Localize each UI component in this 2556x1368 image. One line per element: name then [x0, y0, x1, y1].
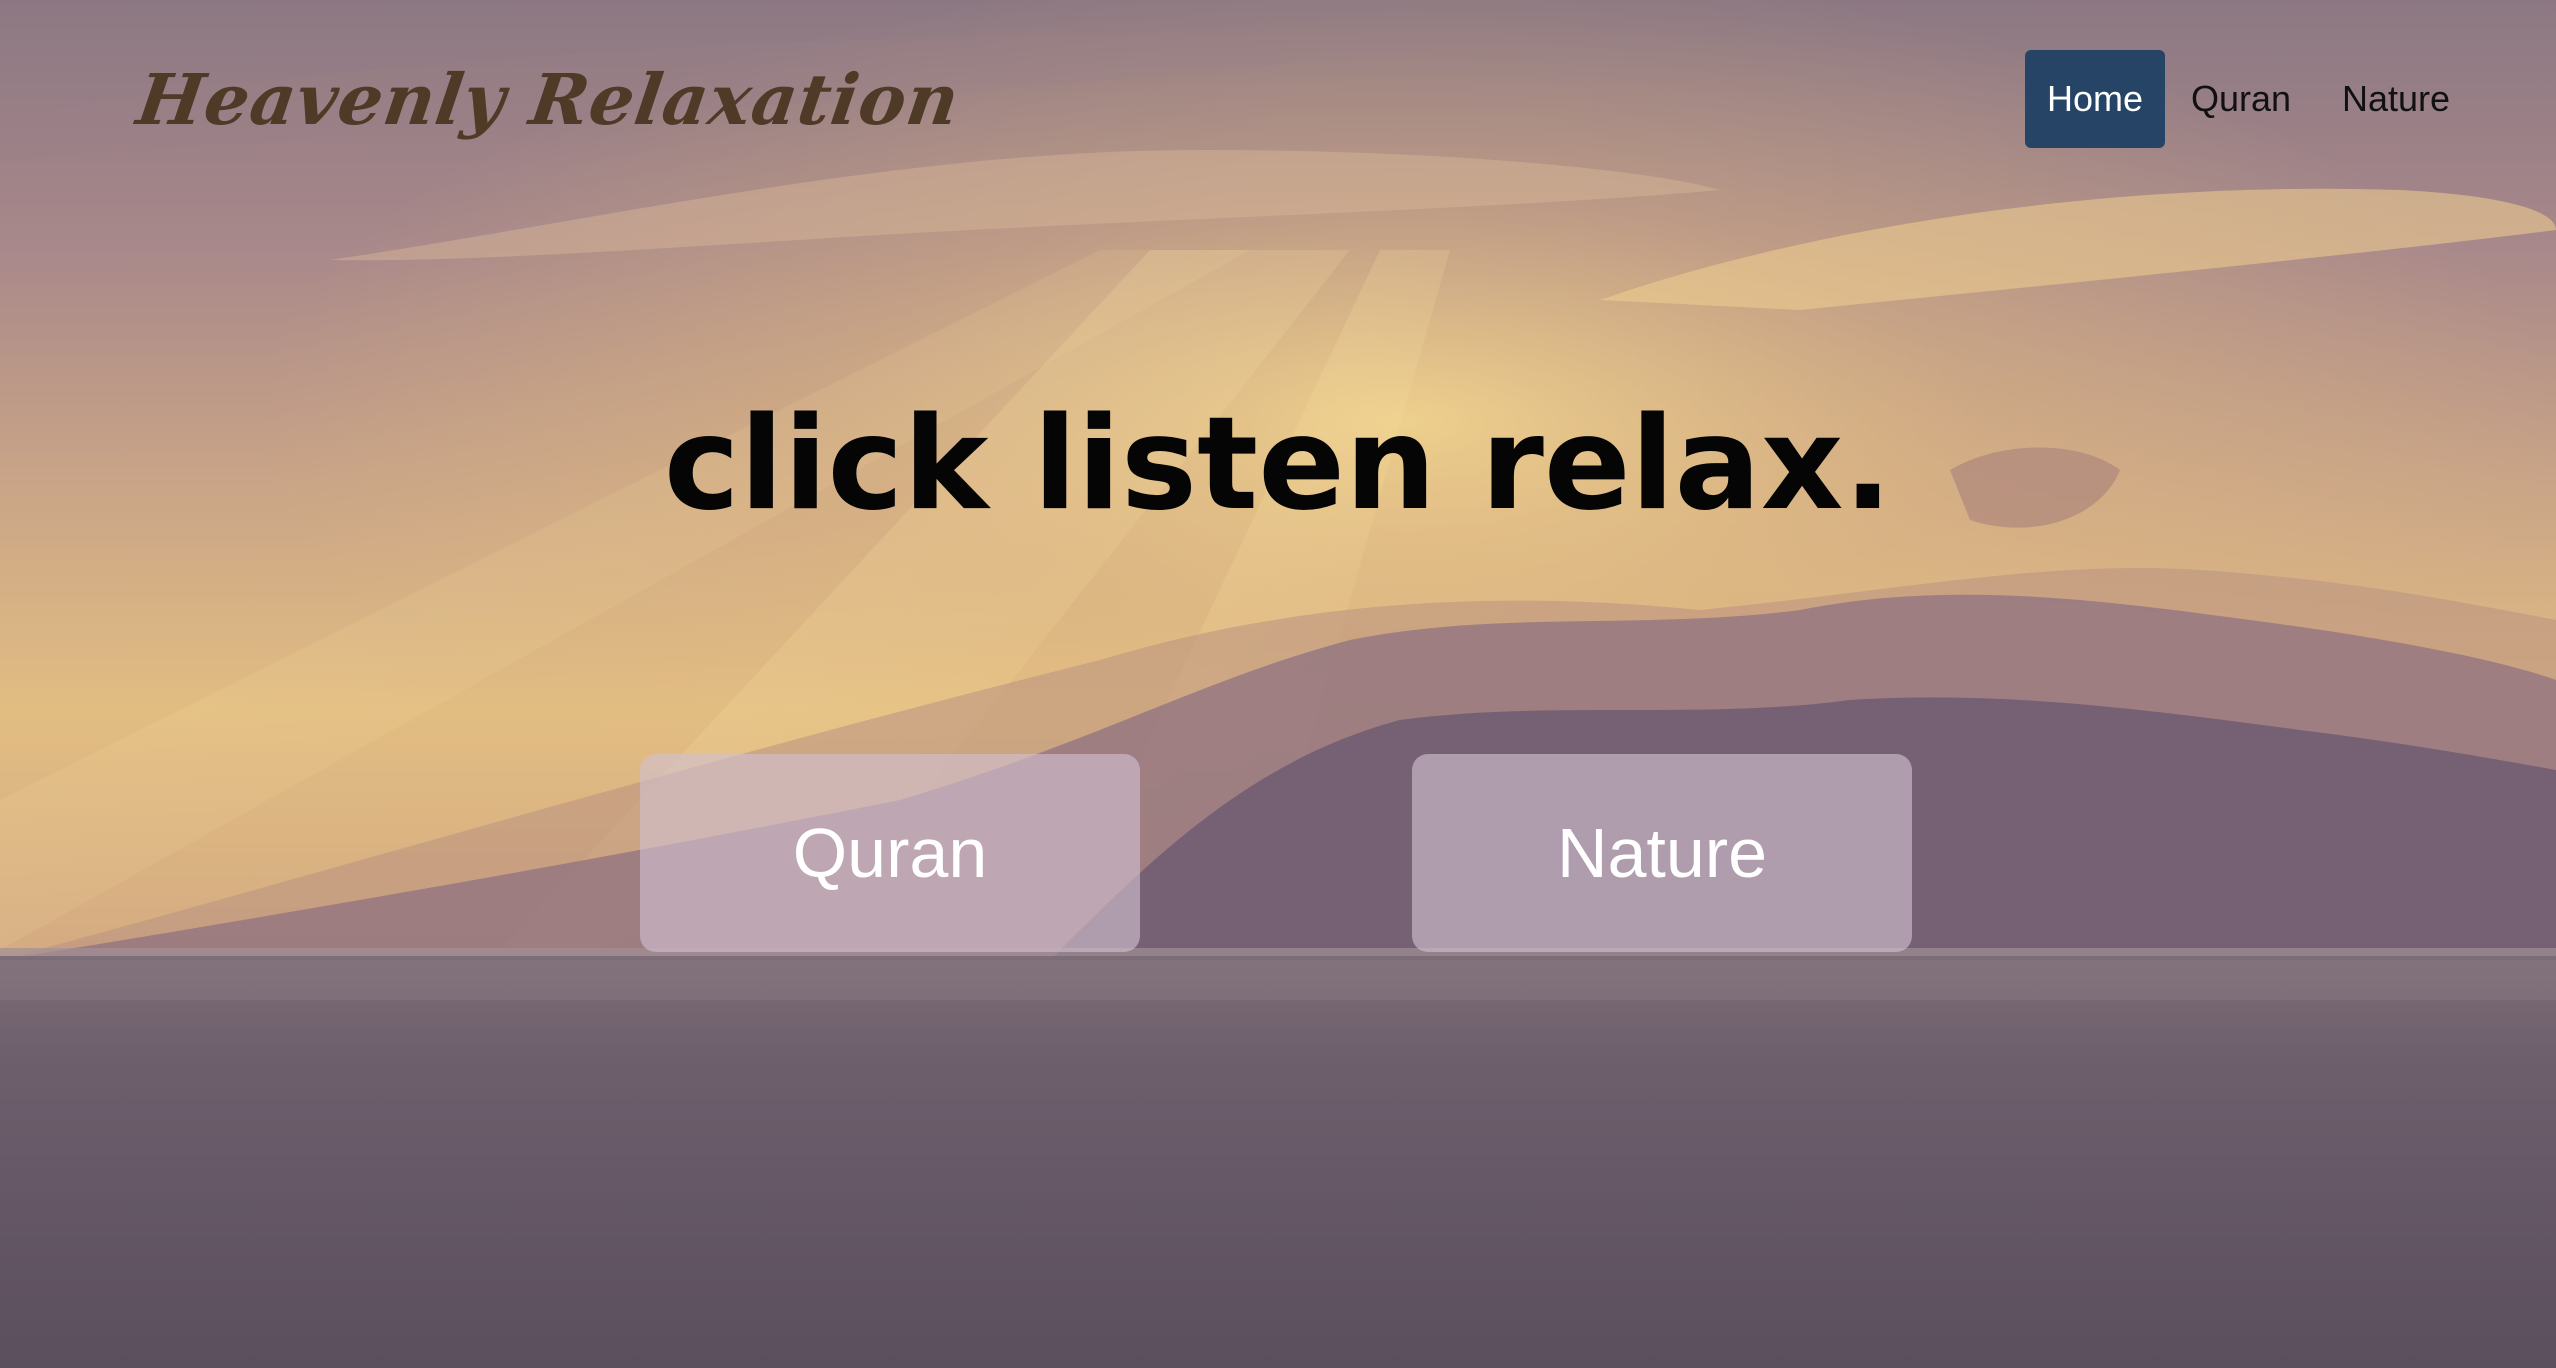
background-image: [0, 0, 2556, 1368]
nav-home-link[interactable]: Home: [2025, 50, 2165, 148]
quran-button[interactable]: Quran: [640, 754, 1140, 952]
brand-logo[interactable]: Heavenly Relaxation: [132, 58, 965, 141]
nature-button[interactable]: Nature: [1412, 754, 1912, 952]
nav-nature-link[interactable]: Nature: [2337, 50, 2455, 148]
nav-quran-link[interactable]: Quran: [2190, 50, 2292, 148]
hero-tagline: click listen relax.: [663, 390, 1893, 539]
